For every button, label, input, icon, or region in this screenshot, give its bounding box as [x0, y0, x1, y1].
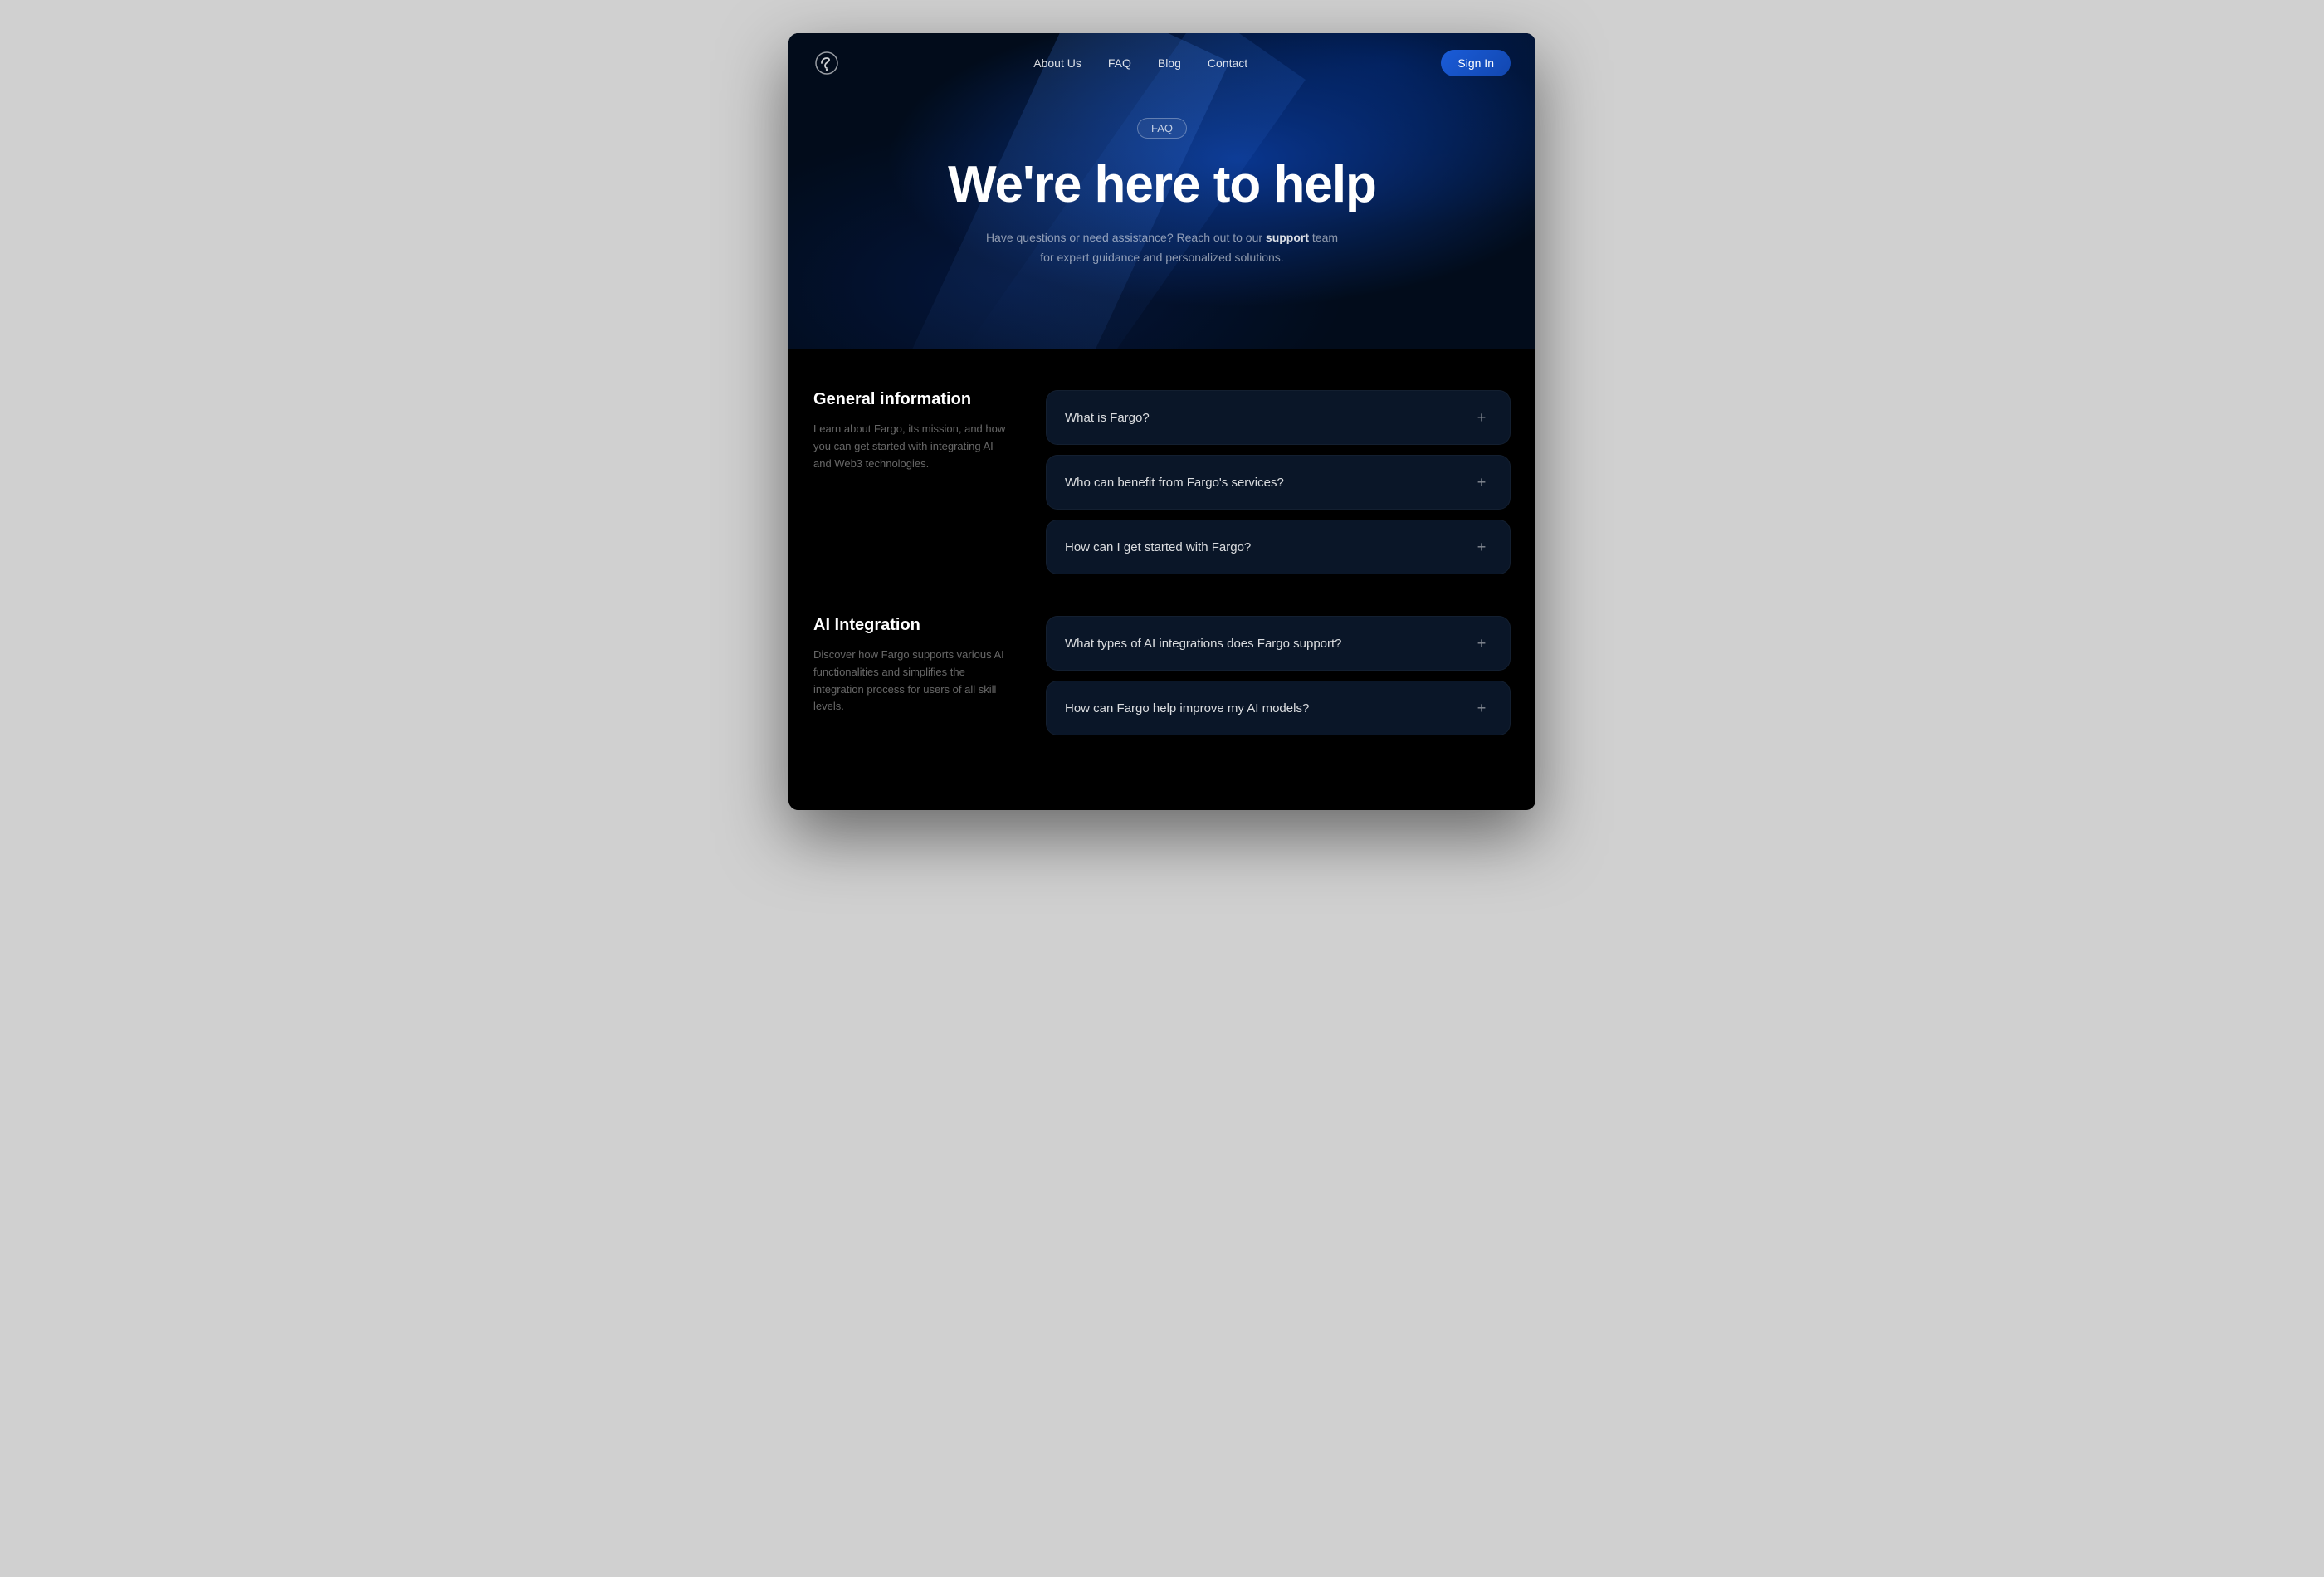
- section-ai-faqs: What types of AI integrations does Fargo…: [1046, 616, 1511, 735]
- section-general-title: General information: [813, 390, 1013, 409]
- section-general: General information Learn about Fargo, i…: [813, 390, 1511, 574]
- nav-contact[interactable]: Contact: [1208, 56, 1247, 70]
- faq-question-2: Who can benefit from Fargo's services?: [1065, 476, 1284, 490]
- sign-in-button[interactable]: Sign In: [1441, 50, 1511, 76]
- faq-expand-icon-4: +: [1472, 633, 1492, 653]
- faq-question-5: How can Fargo help improve my AI models?: [1065, 701, 1309, 715]
- navbar: About Us FAQ Blog Contact Sign In: [788, 33, 1536, 93]
- nav-about[interactable]: About Us: [1033, 56, 1081, 70]
- faq-expand-icon-2: +: [1472, 472, 1492, 492]
- nav-links: About Us FAQ Blog Contact: [1033, 56, 1247, 70]
- faq-question-3: How can I get started with Fargo?: [1065, 540, 1251, 554]
- section-ai-title: AI Integration: [813, 616, 1013, 635]
- section-ai: AI Integration Discover how Fargo suppor…: [813, 616, 1511, 735]
- hero-title: We're here to help: [948, 157, 1376, 213]
- faq-expand-icon-5: +: [1472, 698, 1492, 718]
- hero-subtitle-bold: support: [1266, 231, 1309, 244]
- faq-item-1[interactable]: What is Fargo? +: [1046, 390, 1511, 445]
- browser-window: About Us FAQ Blog Contact Sign In FAQ We…: [788, 33, 1536, 810]
- hero-subtitle: Have questions or need assistance? Reach…: [979, 228, 1345, 268]
- nav-faq[interactable]: FAQ: [1108, 56, 1131, 70]
- faq-item-5[interactable]: How can Fargo help improve my AI models?…: [1046, 681, 1511, 735]
- faq-question-1: What is Fargo?: [1065, 411, 1150, 425]
- section-general-desc: Learn about Fargo, its mission, and how …: [813, 421, 1013, 472]
- hero-subtitle-pre: Have questions or need assistance? Reach…: [986, 231, 1266, 244]
- faq-item-2[interactable]: Who can benefit from Fargo's services? +: [1046, 455, 1511, 510]
- hero-content: FAQ We're here to help Have questions or…: [788, 93, 1536, 268]
- faq-item-4[interactable]: What types of AI integrations does Fargo…: [1046, 616, 1511, 671]
- faq-expand-icon-3: +: [1472, 537, 1492, 557]
- faq-item-3[interactable]: How can I get started with Fargo? +: [1046, 520, 1511, 574]
- faq-question-4: What types of AI integrations does Fargo…: [1065, 637, 1342, 651]
- section-general-left: General information Learn about Fargo, i…: [813, 390, 1013, 574]
- nav-blog[interactable]: Blog: [1158, 56, 1181, 70]
- section-ai-desc: Discover how Fargo supports various AI f…: [813, 647, 1013, 715]
- hero-section: About Us FAQ Blog Contact Sign In FAQ We…: [788, 33, 1536, 349]
- faq-expand-icon-1: +: [1472, 408, 1492, 427]
- section-ai-left: AI Integration Discover how Fargo suppor…: [813, 616, 1013, 735]
- faq-badge: FAQ: [1137, 118, 1187, 139]
- logo: [813, 50, 840, 76]
- main-content: General information Learn about Fargo, i…: [788, 349, 1536, 810]
- section-general-faqs: What is Fargo? + Who can benefit from Fa…: [1046, 390, 1511, 574]
